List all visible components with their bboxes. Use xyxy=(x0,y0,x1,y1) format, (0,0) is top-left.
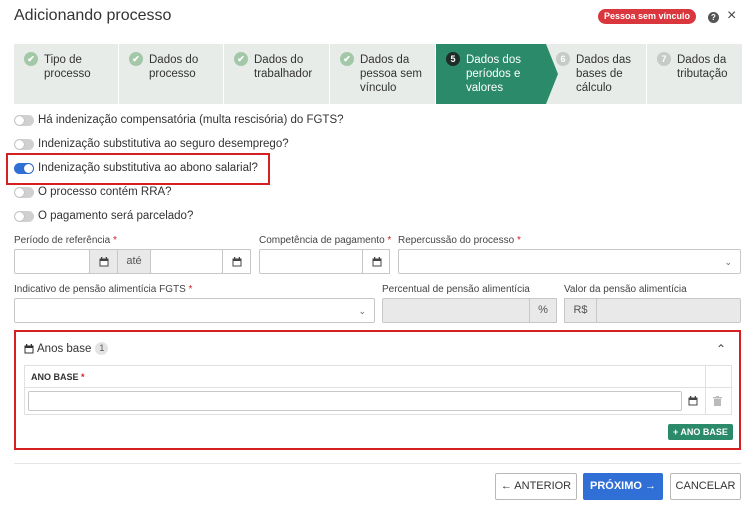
percentual-input xyxy=(382,298,530,323)
ano-base-input[interactable] xyxy=(28,391,682,411)
step-dados-do-processo[interactable]: ✔ Dados do processo xyxy=(119,44,223,104)
toggle-switch[interactable] xyxy=(14,162,34,174)
indicativo-label-text: Indicativo de pensão alimentícia FGTS xyxy=(14,284,186,295)
periodo-label-text: Período de referência xyxy=(14,235,111,246)
step-label: Dados da tributação xyxy=(677,54,728,80)
anos-base-title[interactable]: Anos base 1 xyxy=(24,342,109,355)
calendar-icon xyxy=(372,257,382,267)
percent-addon: % xyxy=(529,298,557,323)
toggle-switch[interactable] xyxy=(14,210,34,222)
step-dados-da-pessoa-sem-vinculo[interactable]: ✔ Dados da pessoa sem vínculo xyxy=(330,44,435,104)
valor-input xyxy=(596,298,741,323)
wizard-stepper: ✔ Tipo de processo ✔ Dados do processo ✔… xyxy=(14,44,742,104)
ate-addon: até xyxy=(117,249,151,274)
step-dados-dos-periodos-e-valores[interactable]: 5 Dados dos períodos e valores xyxy=(436,44,546,104)
chevron-up-icon[interactable]: ⌃ xyxy=(716,342,726,356)
periodo-label: Período de referência * xyxy=(14,235,117,246)
step-tipo-de-processo[interactable]: ✔ Tipo de processo xyxy=(14,44,118,104)
indicativo-label: Indicativo de pensão alimentícia FGTS * xyxy=(14,284,192,295)
modal-title: Adicionando processo xyxy=(14,7,172,24)
periodo-fim-input[interactable] xyxy=(150,249,223,274)
trash-icon[interactable] xyxy=(713,396,722,406)
currency-addon: R$ xyxy=(564,298,597,323)
step-label: Tipo de processo xyxy=(44,54,91,80)
status-badge: Pessoa sem vínculo xyxy=(598,9,697,24)
anos-base-table: ANO BASE * xyxy=(24,365,732,415)
toggle-label: O pagamento será parcelado? xyxy=(38,210,194,222)
toggle-switch[interactable] xyxy=(14,114,34,126)
competencia-label: Competência de pagamento * xyxy=(259,235,391,246)
repercussao-label-text: Repercussão do processo xyxy=(398,235,515,246)
step-dados-da-tributacao[interactable]: 7 Dados da tributação xyxy=(647,44,742,104)
toggle-multa-fgts[interactable]: Há indenização compensatória (multa resc… xyxy=(14,112,344,128)
active-step-arrow xyxy=(546,44,558,104)
divider xyxy=(25,387,731,388)
toggle-switch[interactable] xyxy=(14,138,34,150)
calendar-icon xyxy=(232,257,242,267)
check-icon: ✔ xyxy=(234,52,248,66)
footer-divider xyxy=(14,463,741,464)
step-number: 7 xyxy=(657,52,671,66)
check-icon: ✔ xyxy=(129,52,143,66)
required-mark: * xyxy=(516,235,521,246)
divider xyxy=(705,366,706,414)
toggle-parcelado[interactable]: O pagamento será parcelado? xyxy=(14,208,193,224)
repercussao-label: Repercussão do processo * xyxy=(398,235,521,246)
calendar-button[interactable] xyxy=(222,249,251,274)
toggle-abono-salarial[interactable]: Indenização substitutiva ao abono salari… xyxy=(14,160,258,176)
step-dados-das-bases-de-calculo[interactable]: 6 Dados das bases de cálculo xyxy=(546,44,646,104)
proximo-button[interactable]: PRÓXIMO → xyxy=(583,473,663,500)
required-mark: * xyxy=(81,372,85,382)
calendar-icon[interactable] xyxy=(688,396,698,406)
calendar-icon xyxy=(99,257,109,267)
toggle-label: Indenização substitutiva ao seguro desem… xyxy=(38,138,289,150)
competencia-label-text: Competência de pagamento xyxy=(259,235,385,246)
anos-base-count: 1 xyxy=(95,342,109,355)
step-dados-do-trabalhador[interactable]: ✔ Dados do trabalhador xyxy=(224,44,329,104)
periodo-inicio-input[interactable] xyxy=(14,249,90,274)
toggle-label: Há indenização compensatória (multa resc… xyxy=(38,114,344,126)
required-mark: * xyxy=(387,235,392,246)
calendar-icon xyxy=(24,343,34,353)
valor-label: Valor da pensão alimentícia xyxy=(564,284,687,295)
toggle-rra[interactable]: O processo contém RRA? xyxy=(14,184,172,200)
check-icon: ✔ xyxy=(24,52,38,66)
modal-header: Adicionando processo Pessoa sem vínculo … xyxy=(0,0,749,34)
toggle-seguro-desemprego[interactable]: Indenização substitutiva ao seguro desem… xyxy=(14,136,289,152)
step-label: Dados dos períodos e valores xyxy=(466,54,521,94)
required-mark: * xyxy=(188,284,193,295)
ano-base-header: ANO BASE xyxy=(31,372,79,382)
help-icon[interactable]: ? xyxy=(708,12,719,23)
chevron-down-icon: ⌄ xyxy=(724,257,732,267)
step-label: Dados das bases de cálculo xyxy=(576,54,631,94)
chevron-down-icon: ⌄ xyxy=(358,306,366,316)
toggle-label: O processo contém RRA? xyxy=(38,186,172,198)
indicativo-select[interactable]: ⌄ xyxy=(14,298,375,323)
percentual-label: Percentual de pensão alimentícia xyxy=(382,284,530,295)
toggle-switch[interactable] xyxy=(14,186,34,198)
calendar-button[interactable] xyxy=(89,249,118,274)
close-icon[interactable]: × xyxy=(727,7,736,25)
step-label: Dados do processo xyxy=(149,54,199,80)
anterior-button[interactable]: ← ANTERIOR xyxy=(495,473,577,500)
repercussao-select[interactable]: ⌄ xyxy=(398,249,741,274)
step-number: 6 xyxy=(556,52,570,66)
step-number: 5 xyxy=(446,52,460,66)
toggle-label: Indenização substitutiva ao abono salari… xyxy=(38,162,258,174)
cancelar-button[interactable]: CANCELAR xyxy=(670,473,741,500)
anos-base-label: Anos base xyxy=(37,342,92,355)
check-icon: ✔ xyxy=(340,52,354,66)
column-header: ANO BASE * xyxy=(31,372,85,382)
calendar-button[interactable] xyxy=(362,249,390,274)
step-label: Dados do trabalhador xyxy=(254,54,313,80)
competencia-input[interactable] xyxy=(259,249,363,274)
add-ano-base-button[interactable]: + ANO BASE xyxy=(668,424,733,440)
required-mark: * xyxy=(112,235,117,246)
step-label: Dados da pessoa sem vínculo xyxy=(360,54,423,94)
